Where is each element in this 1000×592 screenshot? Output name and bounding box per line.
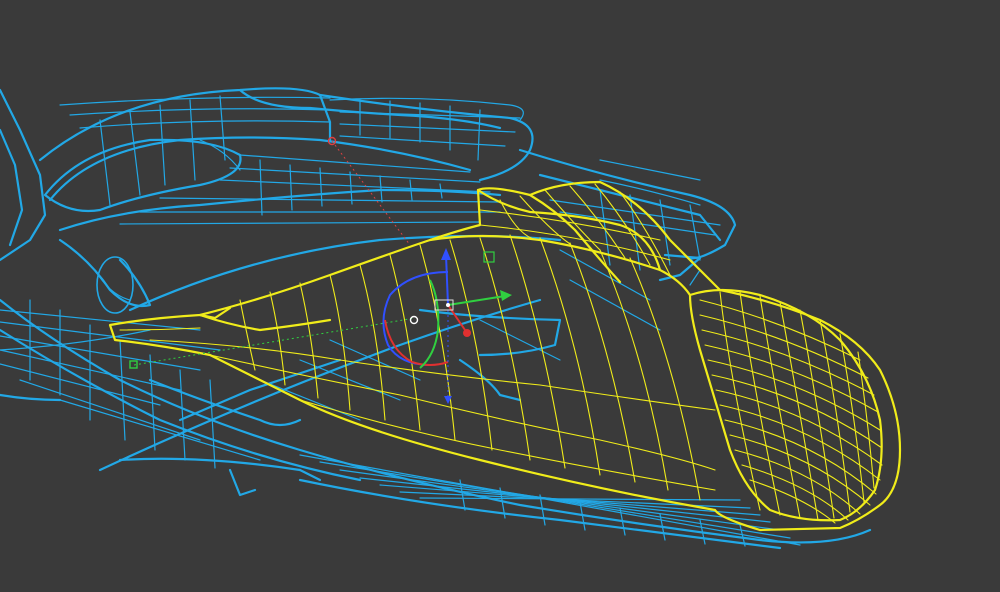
axis-z-arrow <box>445 254 449 306</box>
construction-lines <box>133 140 416 366</box>
rotate-ring-y <box>419 279 440 369</box>
axis-y-arrow <box>447 295 506 306</box>
handle-point-marker[interactable] <box>129 360 138 369</box>
selected-panel-wireframe[interactable] <box>108 180 902 532</box>
wireframe-scene[interactable] <box>0 0 1000 592</box>
body-wireframe[interactable] <box>0 87 872 550</box>
pivot-circle-icon <box>409 315 419 325</box>
3d-viewport[interactable] <box>0 0 1000 592</box>
